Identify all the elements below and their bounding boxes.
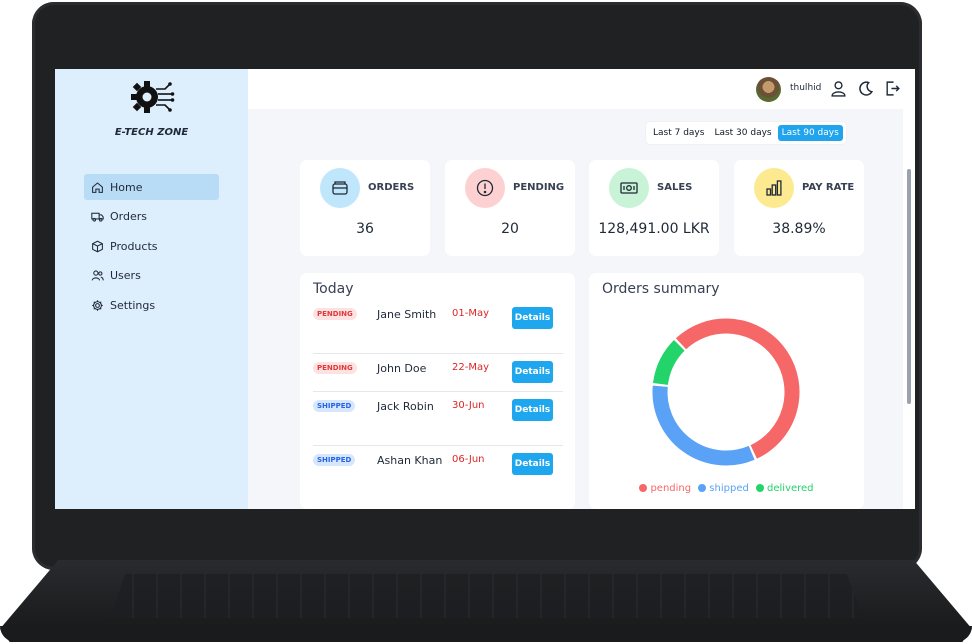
- customer-name: Jack Robin: [377, 400, 434, 413]
- customer-name: John Doe: [377, 362, 427, 375]
- wallet-icon: [332, 181, 348, 195]
- stat-value: 20: [501, 221, 519, 237]
- sidebar-item-label: Users: [110, 269, 141, 282]
- legend-label: pending: [650, 483, 692, 494]
- avatar[interactable]: [756, 77, 781, 102]
- sidebar-item-label: Products: [110, 239, 158, 253]
- legend-item-shipped: shipped: [698, 483, 749, 494]
- bar-chart-icon: [766, 180, 782, 196]
- stat-card-pending: PENDING 20: [445, 160, 575, 256]
- main-content: Last 7 days Last 30 days Last 90 days OR…: [260, 114, 909, 509]
- chart-legend: pending shipped delivered: [589, 483, 864, 494]
- stat-card-pay-rate: PAY RATE 38.89%: [734, 160, 864, 256]
- money-icon: [620, 182, 638, 194]
- sidebar-item-products[interactable]: Products: [84, 233, 219, 259]
- range-90-days[interactable]: Last 90 days: [777, 125, 843, 141]
- legend-label: shipped: [709, 483, 749, 494]
- status-badge: SHIPPED: [313, 454, 356, 466]
- details-button[interactable]: Details: [512, 307, 553, 329]
- orders-summary-panel: Orders summary pending shipped delivered: [589, 273, 864, 509]
- sidebar-item-label: Home: [110, 180, 143, 194]
- range-30-days[interactable]: Last 30 days: [710, 125, 775, 141]
- sidebar-item-label: Orders: [110, 210, 147, 223]
- donut-slice-shipped: [652, 385, 755, 466]
- order-date: 22-May: [452, 362, 490, 373]
- brand-name: E-TECH ZONE: [114, 127, 189, 138]
- alert-icon: [476, 179, 494, 197]
- legend-item-delivered: delivered: [756, 483, 814, 494]
- sidebar-item-settings[interactable]: Settings: [84, 292, 219, 318]
- topbar: thulhid: [248, 69, 915, 109]
- details-button[interactable]: Details: [512, 361, 553, 383]
- date-range-selector: Last 7 days Last 30 days Last 90 days: [646, 122, 846, 144]
- sidebar-item-home[interactable]: Home: [84, 174, 219, 200]
- orders-summary-donut-chart: [652, 318, 800, 466]
- users-icon: [91, 270, 104, 281]
- legend-dot: [756, 484, 765, 492]
- truck-icon: [91, 212, 104, 222]
- gear-icon: [92, 299, 103, 311]
- today-orders-panel: Today PENDING Jane Smith 01-May Details …: [300, 273, 575, 509]
- stat-card-sales: SALES 128,491.00 LKR: [589, 160, 719, 256]
- user-icon[interactable]: [830, 80, 847, 97]
- sidebar-nav: Home Orders Products Users Settings: [84, 174, 219, 322]
- sidebar: E-TECH ZONE Home Orders Products Users S…: [55, 69, 248, 509]
- stat-label: PENDING: [513, 182, 565, 193]
- stat-value: 38.89%: [772, 221, 826, 237]
- stat-value: 36: [356, 221, 374, 237]
- row-divider: [313, 391, 563, 392]
- box-icon: [92, 240, 103, 252]
- legend-item-pending: pending: [639, 483, 691, 494]
- donut-slice-pending: [675, 318, 800, 459]
- app-screen: E-TECH ZONE Home Orders Products Users S…: [55, 69, 915, 509]
- donut-slice-delivered: [653, 340, 685, 386]
- laptop-front-edge: [0, 626, 972, 642]
- scrollbar[interactable]: [903, 109, 915, 509]
- legend-label: delivered: [767, 483, 814, 494]
- customer-name: Ashan Khan: [377, 454, 443, 467]
- order-date: 06-Jun: [452, 454, 485, 465]
- customer-name: Jane Smith: [377, 308, 437, 321]
- stat-value: 128,491.00 LKR: [598, 221, 710, 237]
- legend-dot: [639, 484, 648, 492]
- range-7-days[interactable]: Last 7 days: [649, 125, 708, 141]
- status-badge: PENDING: [313, 362, 357, 374]
- laptop-keyboard: [110, 574, 862, 618]
- sidebar-item-orders[interactable]: Orders: [84, 204, 219, 230]
- order-date: 01-May: [452, 308, 490, 319]
- row-divider: [313, 445, 563, 446]
- sidebar-item-label: Settings: [110, 298, 156, 312]
- sidebar-item-users[interactable]: Users: [84, 263, 219, 289]
- status-badge: PENDING: [313, 308, 357, 320]
- panel-title: Orders summary: [602, 281, 720, 297]
- logout-icon[interactable]: [884, 80, 901, 97]
- scrollbar-thumb[interactable]: [907, 169, 911, 404]
- legend-dot: [698, 484, 707, 492]
- stat-card-orders: ORDERS 36: [300, 160, 430, 256]
- panel-title: Today: [313, 281, 354, 297]
- details-button[interactable]: Details: [512, 453, 553, 475]
- status-badge: SHIPPED: [313, 400, 356, 412]
- logo-gear-icon: [131, 81, 175, 113]
- stat-label: SALES: [657, 182, 693, 193]
- moon-icon[interactable]: [857, 80, 874, 97]
- stat-label: ORDERS: [368, 182, 415, 193]
- order-date: 30-Jun: [452, 400, 485, 411]
- details-button[interactable]: Details: [512, 399, 553, 421]
- username: thulhid: [790, 83, 822, 93]
- home-icon: [92, 181, 103, 193]
- stat-label: PAY RATE: [802, 182, 855, 193]
- row-divider: [313, 353, 563, 354]
